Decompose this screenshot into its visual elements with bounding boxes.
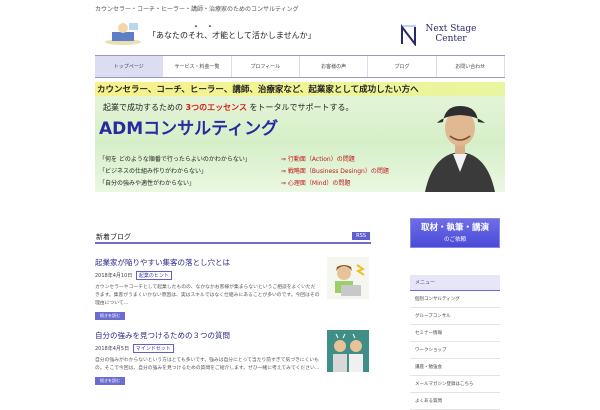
site-description: カウンセラー・コーチ・ヒーラー・講師・治療家のためのコンサルティング: [95, 6, 299, 13]
sidebar-menu: メニュー 個別コンサルティング グループコンサル セミナー情報 ワークショップ …: [410, 275, 500, 410]
nav-item-blog[interactable]: ブログ: [368, 56, 437, 77]
sidebar-item[interactable]: よくある質問: [410, 393, 500, 410]
sidebar-menu-heading: メニュー: [410, 275, 500, 291]
banner-lead-c: をトータルでサポートする。: [249, 103, 354, 112]
sidebar-item[interactable]: セミナー情報: [410, 325, 500, 342]
banner-question-2: 「ビジネスの仕組み作りがわからない」: [99, 168, 208, 175]
post-category[interactable]: マインドセット: [132, 344, 174, 353]
banner-answer-2: ⇒ 戦略面（Business Desingn）の問題: [281, 168, 389, 175]
sidebar-item[interactable]: 個別コンサルティング: [410, 291, 500, 308]
banner-lead-highlight: 3つのエッセンス: [185, 103, 247, 112]
banner-question-1: 「何を どのような順番で行ったらよいのかわからない」: [99, 156, 251, 163]
banner-target-text: カウンセラー、コーチ、ヒーラー、講師、治療家など、起業家として成功したい方へ: [97, 85, 419, 95]
banner-answer-3: ⇒ 心理面（Mind）の問題: [281, 180, 351, 187]
post-date: 2018年4月10日: [95, 273, 133, 279]
post-date: 2018年4月5日: [95, 346, 130, 352]
hero-banner[interactable]: カウンセラー、コーチ、ヒーラー、講師、治療家など、起業家として成功したい方へ 起…: [95, 82, 505, 192]
read-more-button[interactable]: 続きを読む: [95, 312, 125, 320]
media-request-title: 取材・執筆・講演: [420, 223, 489, 233]
media-request-subtitle: のご依頼: [443, 237, 466, 243]
logo-line-2: Center: [435, 34, 467, 44]
logo-text[interactable]: Next Stage Center: [420, 24, 482, 44]
nav-item-home[interactable]: トップページ: [95, 56, 164, 77]
sidebar-item[interactable]: メールマガジン登録はこちら: [410, 376, 500, 393]
post-category[interactable]: 起業のヒント: [135, 271, 172, 280]
consultant-photo-icon: [425, 106, 495, 192]
logo-icon[interactable]: [400, 24, 418, 46]
blog-section-header: 新着ブログ RSS: [95, 228, 371, 244]
post-excerpt: 自分の強みがわからないという方はとても多いです。強みは自分にとって当たり前すぎて…: [95, 358, 320, 371]
nav-item-contact[interactable]: お問い合わせ: [437, 56, 505, 77]
header-catchphrase: 「あなたのそれ、才能として活かしませんか」: [148, 31, 316, 40]
read-more-button[interactable]: 続きを読む: [95, 377, 125, 385]
nav-item-profile[interactable]: プロフィール: [232, 56, 300, 77]
desk-illustration-icon: [105, 23, 141, 45]
blog-post: 自分の強みを見つけるための３つの質問 2018年4月5日 マインドセット 自分の…: [95, 330, 371, 385]
post-thumbnail-woman-laptop-icon[interactable]: [327, 257, 369, 299]
nav-item-services[interactable]: サービス・料金一覧: [163, 56, 232, 77]
section-title: 新着ブログ: [96, 233, 131, 241]
banner-lead: 起業で成功するための 3つのエッセンス をトータルでサポートする。: [103, 102, 354, 113]
sidebar-item[interactable]: グループコンサル: [410, 308, 500, 325]
banner-answer-1: ⇒ 行動面（Action）の問題: [281, 156, 355, 163]
rss-button[interactable]: RSS: [352, 232, 370, 240]
post-thumbnail-two-people-icon[interactable]: [327, 330, 369, 372]
sidebar-item[interactable]: 講座・勉強会: [410, 359, 500, 376]
logo-line-1: Next Stage: [425, 24, 477, 34]
nav-item-voices[interactable]: お客様の声: [300, 56, 369, 77]
banner-title: ADMコンサルティング: [99, 119, 279, 139]
blog-post: 起業家が陥りやすい集客の落とし穴とは 2018年4月10日 起業のヒント カウン…: [95, 257, 371, 320]
banner-lead-a: 起業で成功するための: [103, 103, 183, 112]
media-request-banner[interactable]: 取材・執筆・講演 のご依頼: [410, 218, 500, 248]
post-excerpt: カウンセラーやコーチとして起業したものの、なかなかお客様が集まらないというご相談…: [95, 285, 320, 306]
sidebar-item[interactable]: ワークショップ: [410, 342, 500, 359]
global-nav: トップページ サービス・料金一覧 プロフィール お客様の声 ブログ お問い合わせ: [95, 55, 505, 78]
banner-question-3: 「自分の強みや適性がわからない」: [99, 180, 196, 187]
